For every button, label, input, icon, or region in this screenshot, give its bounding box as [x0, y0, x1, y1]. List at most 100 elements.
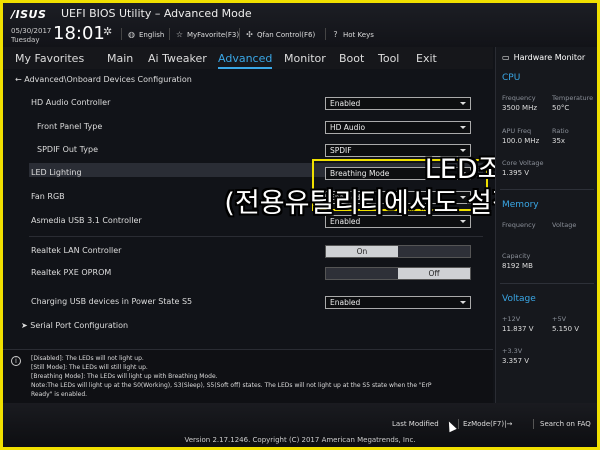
- submenu-label: Serial Port Configuration: [30, 321, 129, 330]
- chevron-down-icon: [460, 149, 466, 152]
- section-divider: [29, 236, 483, 237]
- toggle-on: [326, 268, 398, 279]
- serial-port-submenu[interactable]: ➤ Serial Port Configuration: [21, 321, 128, 330]
- header-separator: [121, 28, 122, 40]
- dropdown-value: Enabled: [330, 298, 361, 307]
- toggle-on: On: [326, 246, 398, 257]
- language-label: English: [139, 30, 165, 39]
- setting-label: Asmedia USB 3.1 Controller: [31, 216, 142, 225]
- breadcrumb-text: Advanced\Onboard Devices Configuration: [24, 75, 192, 84]
- core-voltage-label: Core Voltage: [502, 159, 544, 167]
- apu-freq-label: APU Freq: [502, 127, 532, 135]
- cpu-temperature-label: Temperature: [552, 94, 594, 102]
- footer-bar: Last Modified EzMode(F7)|→ Search on FAQ…: [3, 403, 597, 447]
- search-faq-button[interactable]: Search on FAQ: [540, 420, 591, 428]
- help-line: Ready" is enabled.: [31, 391, 88, 398]
- setting-label: LED Lighting: [31, 168, 82, 177]
- help-line: Note:The LEDs will light up at the S0(Wo…: [31, 382, 432, 389]
- cpu-frequency-label: Frequency: [502, 94, 536, 102]
- bios-window: /ISUS UEFI BIOS Utility – Advanced Mode …: [0, 0, 600, 450]
- header-separator: [239, 28, 240, 40]
- qfan-button[interactable]: ✣ Qfan Control(F6): [245, 30, 315, 39]
- header-separator: [325, 28, 326, 40]
- tab-my-favorites[interactable]: My Favorites: [15, 52, 84, 65]
- main-menu: My Favorites Main Ai Tweaker Advanced Mo…: [3, 47, 493, 69]
- hw-divider: [500, 189, 594, 190]
- front-panel-type-dropdown[interactable]: HD Audio: [325, 121, 471, 134]
- gear-icon[interactable]: ✲: [103, 25, 112, 38]
- setting-label: Charging USB devices in Power State S5: [31, 297, 193, 306]
- memory-capacity-label: Capacity: [502, 252, 531, 260]
- core-voltage-value: 1.395 V: [502, 169, 530, 177]
- help-line: [Still Mode]: The LEDs will still light …: [31, 364, 148, 371]
- date-display: 05/30/2017 Tuesday: [11, 27, 51, 45]
- realtek-lan-toggle[interactable]: On: [325, 245, 471, 258]
- hotkeys-label: Hot Keys: [343, 30, 374, 39]
- back-arrow-icon[interactable]: ←: [15, 75, 22, 84]
- footer-separator: [458, 419, 459, 429]
- star-icon: ☆: [175, 30, 184, 39]
- setting-label: SPDIF Out Type: [37, 145, 98, 154]
- tab-exit[interactable]: Exit: [416, 52, 437, 65]
- setting-label: Fan RGB: [31, 192, 65, 201]
- tab-boot[interactable]: Boot: [339, 52, 364, 65]
- help-line: [Disabled]: The LEDs will not light up.: [31, 355, 144, 362]
- last-modified-button[interactable]: Last Modified: [392, 420, 439, 428]
- chevron-down-icon: [460, 301, 466, 304]
- chevron-down-icon: [460, 102, 466, 105]
- header-bar: /ISUS UEFI BIOS Utility – Advanced Mode …: [3, 3, 597, 47]
- cpu-temperature-value: 50°C: [552, 104, 570, 112]
- brand-logo: /ISUS: [11, 8, 47, 21]
- dropdown-value: HD Audio: [330, 123, 366, 132]
- hardware-monitor-panel: ▭ Hardware Monitor CPU Frequency 3500 MH…: [495, 47, 597, 403]
- memory-capacity-value: 8192 MB: [502, 262, 533, 270]
- dropdown-value: Enabled: [330, 99, 361, 108]
- info-icon: i: [11, 356, 21, 366]
- tab-monitor[interactable]: Monitor: [284, 52, 326, 65]
- version-text: Version 2.17.1246. Copyright (C) 2017 Am…: [184, 436, 416, 444]
- myfavorite-label: MyFavorite(F3): [187, 30, 240, 39]
- help-panel: i [Disabled]: The LEDs will not light up…: [3, 349, 493, 403]
- question-icon: ?: [333, 30, 338, 39]
- hardware-monitor-label: Hardware Monitor: [513, 53, 586, 62]
- v5-label: +5V: [552, 315, 567, 323]
- setting-label: Front Panel Type: [37, 122, 103, 131]
- myfavorite-button[interactable]: ☆ MyFavorite(F3): [175, 30, 239, 39]
- toggle-off: Off: [398, 268, 470, 279]
- tab-main[interactable]: Main: [107, 52, 133, 65]
- breadcrumb[interactable]: ← Advanced\Onboard Devices Configuration: [15, 75, 192, 84]
- v33-label: +3.3V: [502, 347, 523, 355]
- cpu-frequency-value: 3500 MHz: [502, 104, 538, 112]
- v33-value: 3.357 V: [502, 357, 530, 365]
- hotkeys-button[interactable]: ? Hot Keys: [331, 30, 374, 39]
- memory-frequency-label: Frequency: [502, 221, 536, 229]
- hd-audio-controller-dropdown[interactable]: Enabled: [325, 97, 471, 110]
- apu-freq-value: 100.0 MHz: [502, 137, 540, 145]
- memory-heading: Memory: [502, 200, 539, 210]
- ratio-value: 35x: [552, 137, 566, 145]
- fan-icon: ✣: [246, 30, 253, 39]
- header-separator: [169, 28, 170, 40]
- day-text: Tuesday: [11, 36, 40, 44]
- realtek-pxe-toggle[interactable]: Off: [325, 267, 471, 280]
- toggle-off: [398, 246, 470, 257]
- tab-advanced[interactable]: Advanced: [218, 52, 273, 69]
- ratio-label: Ratio: [552, 127, 569, 135]
- setting-label: HD Audio Controller: [31, 98, 111, 107]
- clock-display: 18:01: [53, 23, 105, 44]
- language-button[interactable]: ◍ English: [127, 30, 164, 39]
- voltage-heading: Voltage: [502, 294, 536, 304]
- help-line: [Breathing Mode]: The LEDs will light up…: [31, 373, 218, 380]
- tab-ai-tweaker[interactable]: Ai Tweaker: [148, 52, 207, 65]
- hardware-monitor-title: ▭ Hardware Monitor: [502, 53, 585, 62]
- v5-value: 5.150 V: [552, 325, 580, 333]
- hw-divider: [500, 283, 594, 284]
- ezmode-button[interactable]: EzMode(F7)|→: [463, 420, 512, 428]
- setting-label: Realtek LAN Controller: [31, 246, 122, 255]
- help-text: [Disabled]: The LEDs will not light up. …: [31, 354, 491, 399]
- cpu-heading: CPU: [502, 73, 521, 83]
- monitor-icon: ▭: [502, 53, 510, 62]
- charging-usb-s5-dropdown[interactable]: Enabled: [325, 296, 471, 309]
- memory-voltage-label: Voltage: [552, 221, 577, 229]
- tab-tool[interactable]: Tool: [378, 52, 399, 65]
